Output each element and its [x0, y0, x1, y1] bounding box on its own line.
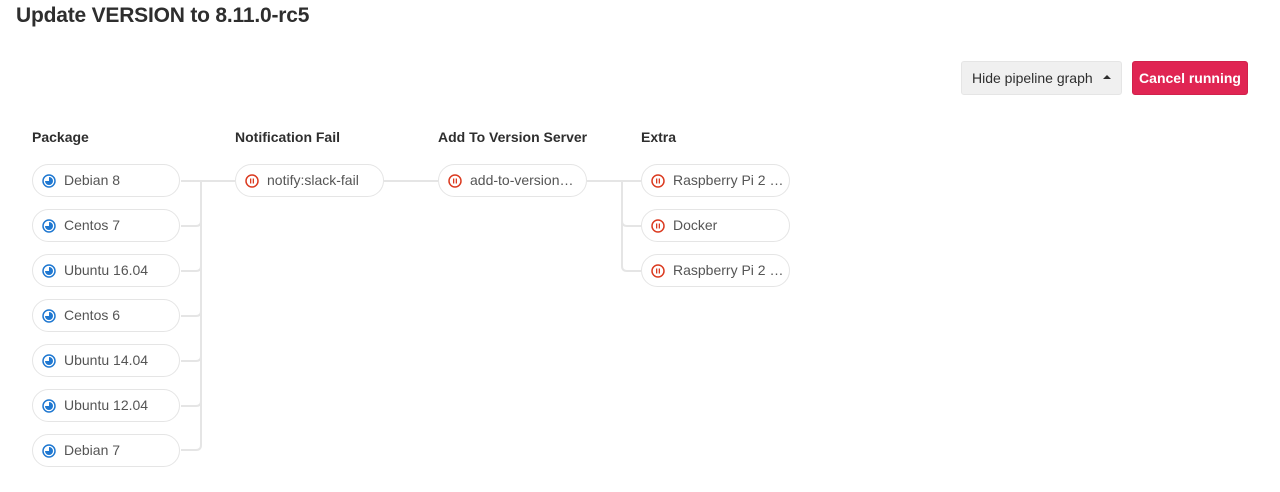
pipeline-connectors	[181, 180, 641, 451]
job-add-to-version[interactable]: add-to-version…	[438, 164, 587, 197]
manual-icon	[651, 264, 665, 278]
running-icon	[42, 399, 56, 413]
job-debian-8[interactable]: Debian 8	[32, 164, 180, 197]
job-raspberry-pi-2-b[interactable]: Raspberry Pi 2 …	[641, 254, 790, 287]
job-label: Debian 8	[64, 172, 121, 188]
job-label: Ubuntu 12.04	[64, 397, 149, 413]
running-icon	[42, 444, 56, 458]
running-icon	[42, 219, 56, 233]
manual-icon	[651, 174, 665, 188]
job-label: Debian 7	[64, 442, 121, 458]
job-notify-slack-fail[interactable]: notify:slack-fail	[235, 164, 384, 197]
job-ubuntu-14-04[interactable]: Ubuntu 14.04	[32, 344, 180, 377]
job-label: Ubuntu 16.04	[64, 262, 149, 278]
job-raspberry-pi-2-a[interactable]: Raspberry Pi 2 …	[641, 164, 790, 197]
job-label: Raspberry Pi 2 …	[673, 262, 784, 278]
running-icon	[42, 264, 56, 278]
job-debian-7[interactable]: Debian 7	[32, 434, 180, 467]
running-icon	[42, 354, 56, 368]
job-docker[interactable]: Docker	[641, 209, 790, 242]
job-ubuntu-16-04[interactable]: Ubuntu 16.04	[32, 254, 180, 287]
stage-title-package: Package	[32, 129, 89, 145]
job-label: Centos 7	[64, 217, 121, 233]
stage-title-notification-fail: Notification Fail	[235, 129, 340, 145]
job-centos-6[interactable]: Centos 6	[32, 299, 180, 332]
job-label: add-to-version…	[470, 172, 574, 188]
job-label: Centos 6	[64, 307, 121, 323]
job-label: Ubuntu 14.04	[64, 352, 149, 368]
job-ubuntu-12-04[interactable]: Ubuntu 12.04	[32, 389, 180, 422]
job-centos-7[interactable]: Centos 7	[32, 209, 180, 242]
manual-icon	[448, 174, 462, 188]
job-label: notify:slack-fail	[267, 172, 359, 188]
stage-title-extra: Extra	[641, 129, 677, 145]
running-icon	[42, 174, 56, 188]
job-label: Docker	[673, 217, 718, 233]
manual-icon	[245, 174, 259, 188]
running-icon	[42, 309, 56, 323]
manual-icon	[651, 219, 665, 233]
stage-title-add-to-version-server: Add To Version Server	[438, 129, 588, 145]
job-label: Raspberry Pi 2 …	[673, 172, 784, 188]
